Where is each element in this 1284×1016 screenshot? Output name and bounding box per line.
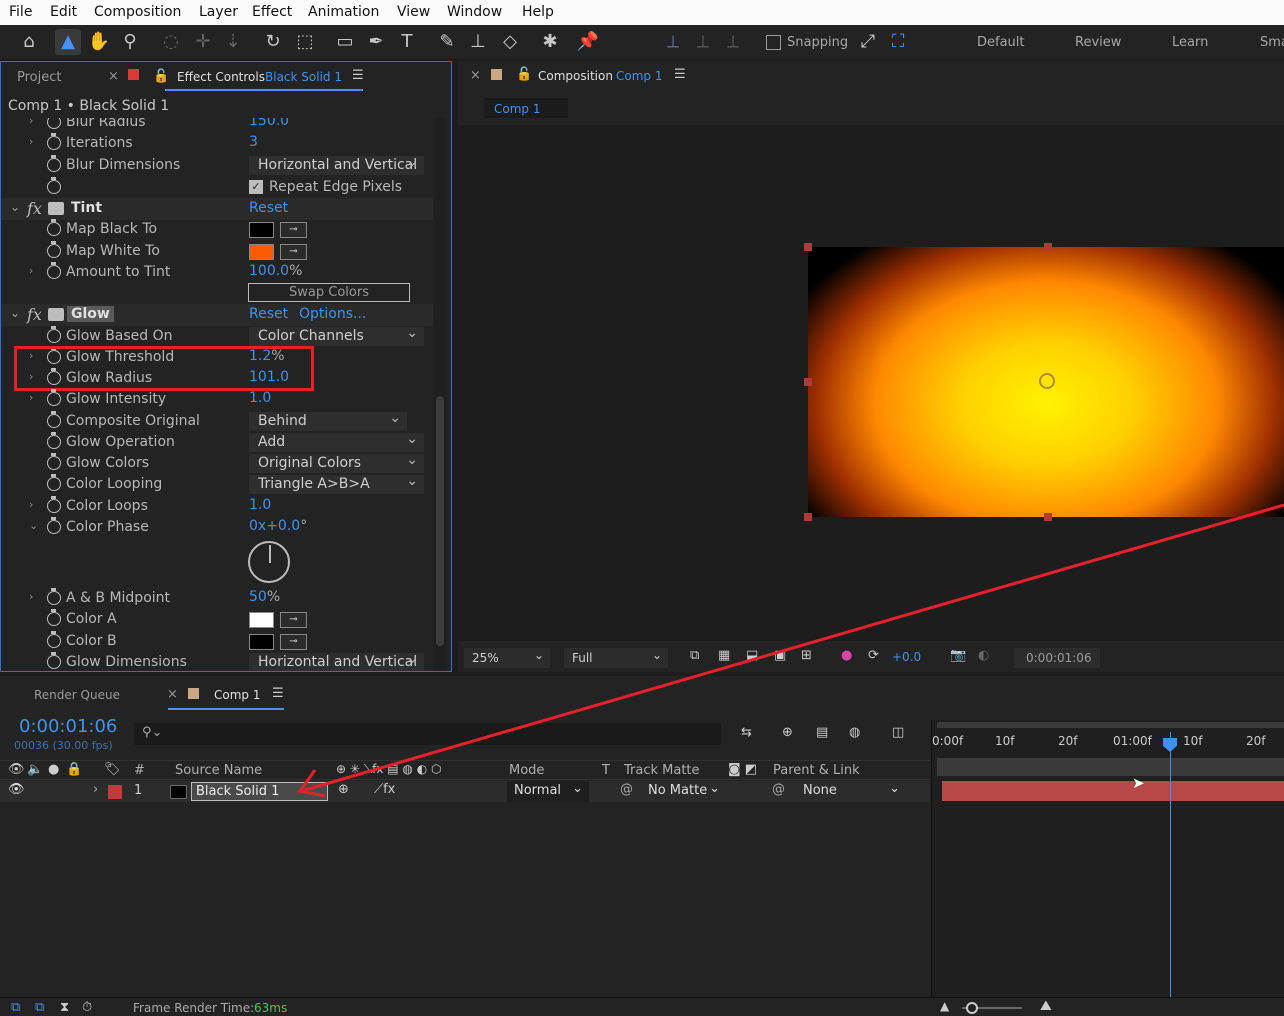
layer-panel-icon[interactable]: ⧉	[11, 1000, 20, 1015]
modes-toggle-icon[interactable]: ⧗	[60, 1000, 69, 1015]
status-bar: ⧉ ⧉ ⧗ ⏱ Frame Render Time: 63ms ▲ ⛰	[0, 997, 1284, 1016]
zoom-slider[interactable]	[962, 1002, 1022, 1014]
render-time-icon[interactable]: ⏱	[82, 1000, 92, 1015]
switches-toggle-icon[interactable]: ⧉	[35, 1000, 44, 1015]
zoom-in-icon[interactable]: ⛰	[1040, 998, 1052, 1014]
annotation-arrow	[297, 503, 1284, 798]
frame-render-time-value: 63ms	[254, 1001, 288, 1015]
zoom-out-icon[interactable]: ▲	[940, 999, 949, 1013]
frame-render-time-label: Frame Render Time:	[133, 1001, 255, 1015]
